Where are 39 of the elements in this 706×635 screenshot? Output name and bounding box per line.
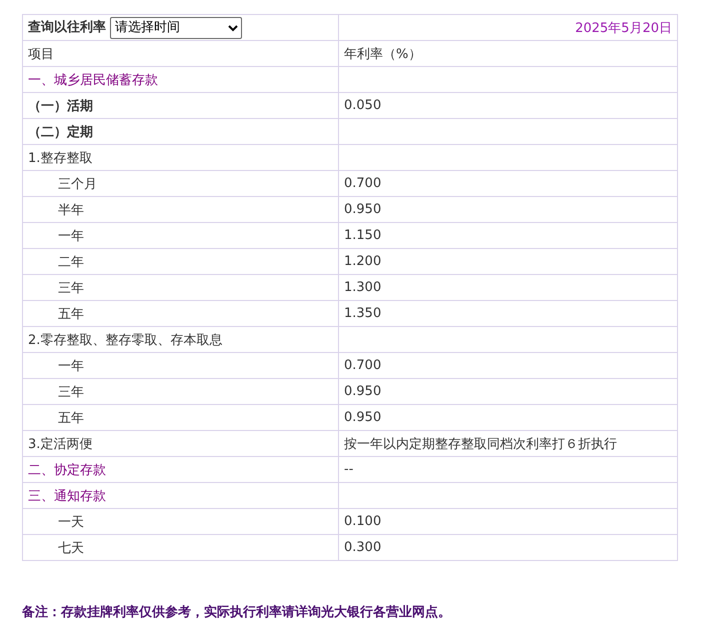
row-label: 一天 [57, 514, 84, 530]
rate-value: 1.200 [344, 254, 382, 269]
rate-value: 0.950 [344, 410, 382, 425]
row-label: 一年 [57, 358, 84, 374]
footnote: 备注：存款挂牌利率仅供参考，实际执行利率请详询光大银行各营业网点。 [22, 604, 452, 621]
row-label: 2.零存整取、整存零取、存本取息 [28, 332, 222, 348]
row-label: 1.整存整取 [28, 150, 92, 166]
rate-value: 1.300 [344, 280, 382, 295]
row-label: 二年 [57, 254, 84, 270]
rate-value: 0.100 [344, 514, 382, 529]
row-label: （二）定期 [28, 124, 93, 140]
query-label: 查询以往利率 [28, 20, 106, 36]
rate-value: 1.350 [344, 306, 382, 321]
rate-value: 0.950 [344, 202, 382, 217]
column-header: 项目 [28, 46, 54, 62]
rate-value: 0.700 [344, 358, 382, 373]
row-label: （一）活期 [28, 98, 93, 114]
row-label: 三个月 [57, 176, 97, 192]
row-label: 三年 [57, 280, 84, 296]
row-label: 半年 [57, 202, 84, 218]
row-label: 二、协定存款 [28, 462, 106, 478]
row-label: 3.定活两便 [28, 436, 92, 452]
rate-value: 1.150 [344, 228, 382, 243]
row-label: 三、通知存款 [28, 488, 106, 504]
rate-value: 0.700 [344, 176, 382, 191]
row-label: 七天 [57, 540, 84, 556]
rate-value: 按一年以内定期整存整取同档次利率打６折执行 [344, 436, 617, 452]
rate-value: -- [344, 462, 354, 477]
row-label: 五年 [57, 410, 84, 426]
rate-value: 0.050 [344, 98, 382, 113]
date-text: 2025年5月20日 [575, 20, 672, 36]
row-label: 五年 [57, 306, 84, 322]
rate-value: 0.300 [344, 540, 382, 555]
row-label: 三年 [57, 384, 84, 400]
row-label: 一、城乡居民储蓄存款 [28, 72, 158, 88]
row-label: 一年 [57, 228, 84, 244]
column-header: 年利率（%） [344, 46, 422, 62]
rate-value: 0.950 [344, 384, 382, 399]
date-select[interactable]: 请选择时间 [110, 16, 242, 38]
